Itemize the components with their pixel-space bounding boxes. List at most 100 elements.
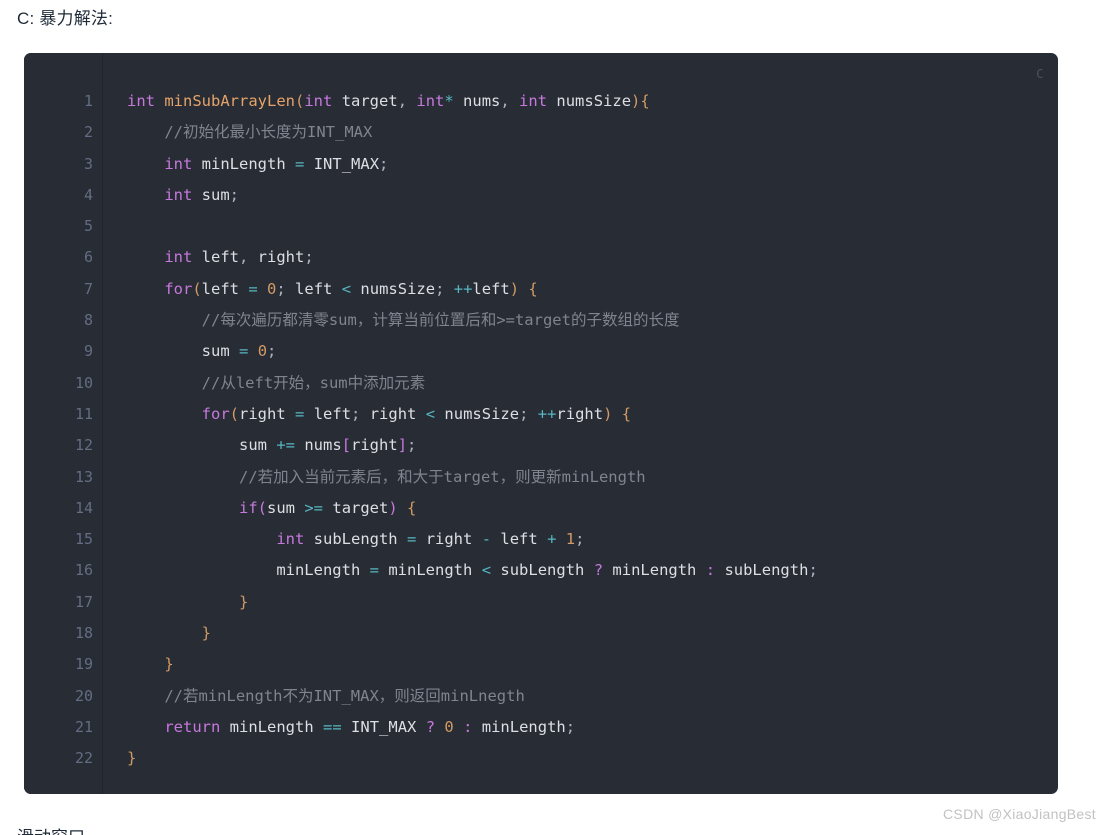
code-token: } — [238, 592, 249, 611]
code-token: ( — [257, 498, 267, 517]
code-token: right — [257, 248, 305, 267]
code-token: int — [164, 185, 193, 204]
code-line: int minSubArrayLen(int target, int* nums… — [127, 86, 1058, 117]
code-token: //若minLength不为INT_MAX，则返回minLnegth — [164, 686, 525, 705]
watermark: CSDN @XiaoJiangBest — [943, 806, 1096, 822]
code-token: minSubArrayLen — [164, 92, 295, 110]
code-token: ) — [631, 92, 641, 110]
code-line: return minLength == INT_MAX ? 0 : minLen… — [127, 712, 1058, 743]
page-heading: C: 暴力解法: — [17, 9, 114, 28]
code-token: left — [500, 530, 538, 549]
line-number: 1 — [83, 92, 93, 110]
code-token: ) — [509, 279, 520, 298]
code-line: //若加入当前元素后，和大于target，则更新minLength — [127, 462, 1058, 493]
code-line: //从left开始，sum中添加元素 — [127, 368, 1058, 399]
code-token: ; — [575, 530, 585, 549]
code-token: 0 — [444, 717, 454, 736]
code-token: , — [397, 92, 417, 110]
code-token: sum — [201, 185, 230, 204]
code-token: left — [295, 279, 333, 298]
code-token: = — [295, 154, 305, 173]
line-number: 6 — [83, 248, 93, 267]
code-token: minLength — [388, 561, 473, 580]
code-token: minLength — [229, 717, 314, 736]
code-token: = — [239, 342, 249, 361]
line-number: 16 — [74, 561, 93, 580]
line-number: 12 — [74, 436, 93, 455]
code-token: { — [621, 404, 632, 423]
code-line: if(sum >= target) { — [127, 493, 1058, 524]
code-token: left — [201, 248, 239, 267]
code-token: ; — [565, 717, 576, 736]
code-content[interactable]: int minSubArrayLen(int target, int* nums… — [103, 53, 1058, 794]
code-token: right — [369, 404, 417, 423]
code-token: right — [351, 436, 398, 455]
code-token: = — [295, 404, 305, 423]
code-token: nums — [304, 436, 342, 455]
code-line: for(right = left; right < numsSize; ++ri… — [127, 399, 1058, 430]
code-token: ; — [435, 279, 454, 298]
code-line: //每次遍历都清零sum，计算当前位置后和>=target的子数组的长度 — [127, 305, 1058, 336]
code-token: } — [164, 655, 174, 674]
line-number: 3 — [83, 154, 93, 173]
code-token: target — [332, 498, 389, 517]
code-token: == — [323, 717, 342, 736]
line-number: 13 — [74, 467, 93, 486]
code-token: < — [425, 404, 436, 423]
code-token: int — [276, 530, 305, 549]
code-token: nums — [463, 92, 501, 110]
code-token: 0 — [267, 279, 277, 298]
code-token: < — [341, 279, 352, 298]
code-token: += — [276, 436, 295, 455]
code-token: ++ — [537, 404, 557, 423]
line-number-gutter: 1 2 3 4 5 6 7 8 9 10 11 12 13 14 15 16 17 18 19 20 21 22 — [24, 53, 103, 794]
code-token: numsSize — [444, 404, 520, 423]
code-token: left — [201, 279, 239, 298]
line-number: 5 — [83, 217, 93, 236]
code-line: } — [127, 618, 1058, 649]
code-token: right — [239, 404, 286, 423]
code-token: numsSize — [556, 92, 632, 110]
code-line: int subLength = right - left + 1; — [127, 524, 1058, 555]
code-token: subLength — [313, 530, 398, 549]
code-line: int sum; — [127, 180, 1058, 211]
code-token: for — [201, 404, 230, 423]
line-number: 18 — [74, 624, 93, 643]
code-line: int minLength = INT_MAX; — [127, 149, 1058, 180]
